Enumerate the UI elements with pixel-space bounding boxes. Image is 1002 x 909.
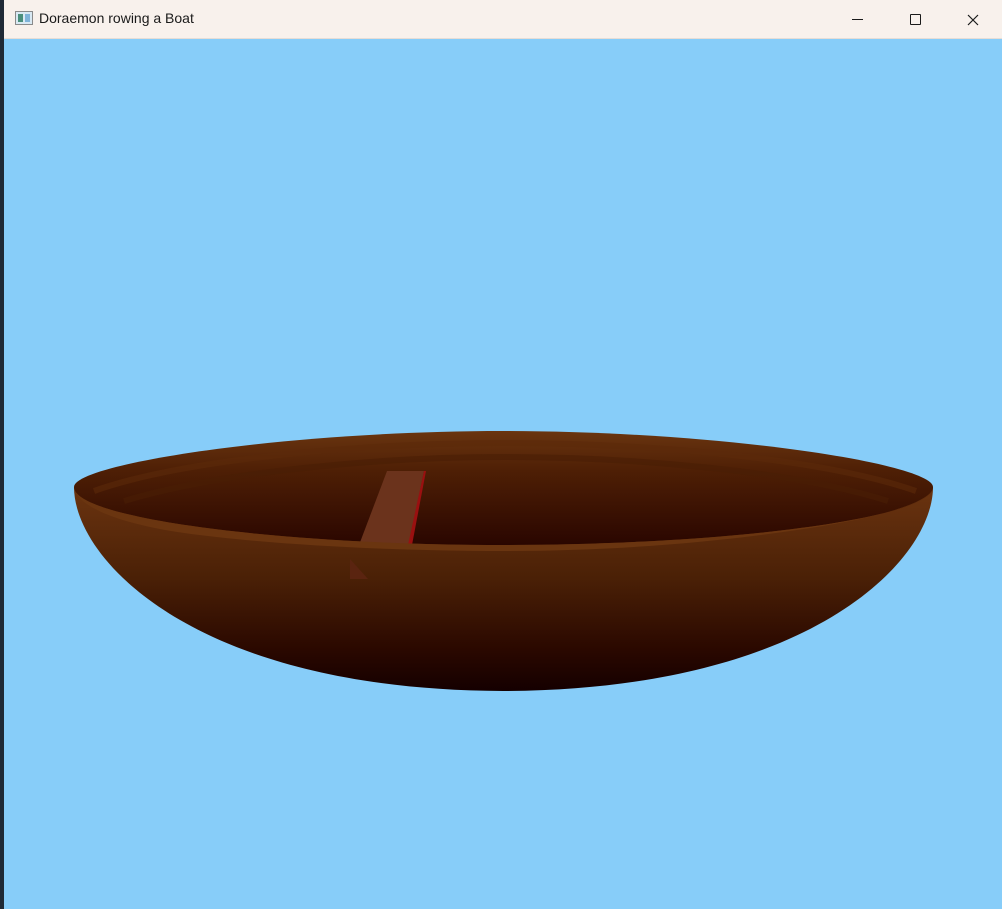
app-icon[interactable] [15, 11, 33, 25]
close-icon [967, 14, 979, 25]
maximize-icon [909, 14, 921, 25]
minimize-button[interactable] [828, 0, 886, 39]
window-title: Doraemon rowing a Boat [39, 10, 194, 26]
render-canvas[interactable] [4, 39, 1002, 909]
maximize-button[interactable] [886, 0, 944, 39]
close-button[interactable] [944, 0, 1002, 39]
title-bar[interactable]: Doraemon rowing a Boat [4, 0, 1002, 39]
minimize-icon [851, 19, 863, 20]
app-window: Doraemon rowing a Boat [4, 0, 1002, 909]
boat-scene [74, 431, 933, 691]
